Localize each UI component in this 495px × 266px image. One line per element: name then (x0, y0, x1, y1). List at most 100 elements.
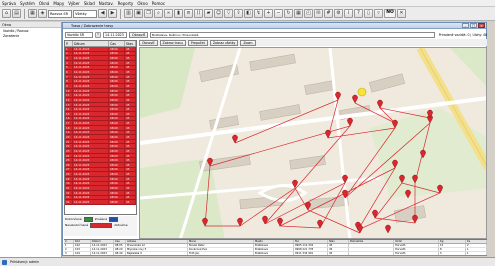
save-icon[interactable]: ▣ (134, 9, 143, 18)
minimize-icon[interactable]: – (462, 23, 469, 28)
order-list-cell: 14.11.2023 (73, 98, 109, 102)
order-list-cell: 14.11.2023 (73, 158, 109, 163)
filter-icon[interactable]: ▽ (224, 9, 233, 18)
zoom-in-icon[interactable]: + (264, 9, 273, 18)
list-icon[interactable]: ≡ (184, 9, 193, 18)
vehicle-select[interactable]: Vozidlo SR (65, 31, 93, 38)
order-list-cell: 08:00 (109, 121, 125, 125)
menu-item-okna[interactable]: Okná (39, 1, 49, 6)
truck-icon[interactable]: ▰ (204, 9, 213, 18)
help-icon[interactable]: ? (354, 9, 363, 18)
order-list-cell: 25 (65, 158, 73, 163)
grid-cell (349, 251, 394, 255)
copy-icon[interactable]: ❐ (144, 9, 153, 18)
export-icon[interactable]: ⇪ (234, 9, 243, 18)
calculator-icon[interactable]: # (324, 9, 333, 18)
window-controls: – □ ✕ (462, 23, 485, 28)
order-list-cell: 12 (65, 98, 73, 102)
exit-icon[interactable]: ✕ (397, 9, 406, 18)
link-icon[interactable]: ∞ (164, 9, 173, 18)
grid-column-header[interactable]: Stav (328, 240, 349, 243)
refresh-icon[interactable]: ↻ (284, 9, 293, 18)
refresh-button[interactable]: Obnoviť (129, 31, 148, 38)
info-icon[interactable]: i (344, 9, 353, 18)
grid-cell: 14.11.2023 (91, 247, 114, 251)
menu-item-nastav[interactable]: Nastav. (99, 1, 114, 6)
order-list-row[interactable]: 34 14.11.2023 08:00 45 (65, 200, 136, 205)
map-icon[interactable]: ◈ (38, 9, 47, 18)
grid-cell: 08:20 (114, 247, 126, 251)
column-header[interactable]: Čas (109, 41, 125, 46)
cart-icon[interactable]: ▿ (374, 9, 383, 18)
column-header[interactable]: Dátum (73, 41, 109, 46)
grid-column-header[interactable]: Mesto (254, 240, 294, 243)
lock-icon[interactable]: ▯ (364, 9, 373, 18)
grid-column-header[interactable]: Kód (74, 240, 91, 243)
column-header[interactable]: P. (65, 41, 73, 46)
grid-column-header[interactable]: Meno (188, 240, 254, 243)
orders-grid[interactable]: Č. Kód Dátum Čas Adresa Meno Mesto Tel. … (64, 239, 487, 255)
table-icon[interactable]: ▦ (28, 9, 37, 18)
order-list-cell: 45 (125, 74, 136, 79)
order-list-cell: 45 (125, 102, 136, 107)
show-route-button[interactable]: Zobraz trasu (159, 39, 186, 46)
grid-column-header[interactable]: Ks (466, 240, 487, 243)
route-icon[interactable]: ↯ (254, 9, 263, 18)
date-field[interactable]: 14.11.2023 (103, 31, 127, 38)
menu-item-sys[interactable]: Systém (20, 1, 35, 6)
menu-item-spr[interactable]: Správa (2, 1, 16, 6)
grid-row[interactable]: 3 104 14.11.2023 08:40 Bajkalská 9 Tóth Ján Br… (64, 251, 487, 255)
calendar-icon[interactable]: ▥ (124, 9, 133, 18)
map-canvas[interactable] (140, 48, 487, 239)
region-select[interactable]: Rozvoz SR (48, 9, 72, 18)
grid-column-header[interactable]: Poznámka (349, 240, 394, 243)
order-list-cell: 08:00 (109, 200, 125, 204)
grid-column-header[interactable]: Č. (64, 240, 74, 243)
filter-select[interactable]: Všetky (73, 9, 97, 18)
order-list-cell: 08:00 (109, 195, 125, 200)
map-refresh-button[interactable]: Obnoviť (139, 39, 158, 46)
no-button[interactable]: NO (384, 9, 396, 18)
grid-icon[interactable]: ▦ (294, 9, 303, 18)
home-icon[interactable]: ⌂ (2, 9, 11, 18)
column-header[interactable]: Stav (125, 41, 136, 46)
grid-column-header[interactable]: Tel. (294, 240, 328, 243)
close-icon[interactable]: ✕ (478, 23, 485, 28)
layers-icon[interactable]: ◧ (244, 9, 253, 18)
mail-icon[interactable]: ✉ (314, 9, 323, 18)
zoom-out-icon[interactable]: − (274, 9, 283, 18)
code-icon[interactable]: ⟨⟩ (194, 9, 203, 18)
forward-icon[interactable]: ▶ (108, 9, 117, 18)
menu-item-reporty[interactable]: Reporty (118, 1, 134, 6)
zoom-button[interactable]: Zoom (240, 39, 256, 46)
address-field[interactable]: Bratislava, Ružinov, Prievozská (149, 31, 435, 38)
menu-item-vyber[interactable]: Výber (68, 1, 80, 6)
grid-column-header[interactable]: Vodič (394, 240, 439, 243)
window-icon[interactable]: ◰ (304, 9, 313, 18)
grid-column-header[interactable]: Kg (439, 240, 466, 243)
order-list[interactable]: P. Dátum Čas Stav 1 14.11.2023 08:00 45 2 14.… (64, 40, 137, 215)
show-all-button[interactable]: Zobraz všetky (209, 39, 239, 46)
left-panel-item[interactable]: Zaradenie (0, 33, 61, 38)
menu-item-pomoc[interactable]: Pomoc (152, 1, 165, 6)
maximize-icon[interactable]: □ (470, 23, 477, 28)
grid-column-header[interactable]: Dátum (91, 240, 114, 243)
search-icon[interactable]: ⌕ (154, 9, 163, 18)
chevron-down-icon[interactable]: ▾ (95, 31, 101, 38)
settings-icon[interactable]: ⚙ (334, 9, 343, 18)
menu-item-sklad[interactable]: Sklad (84, 1, 95, 6)
user-icon[interactable]: ☺ (214, 9, 223, 18)
menu-bar: Správa Systém Okná Mapy Výber Sklad Nast… (0, 0, 495, 7)
order-list-cell: 45 (125, 186, 136, 190)
recalculate-button[interactable]: Prepočet (187, 39, 208, 46)
print-icon[interactable]: ▤ (12, 9, 21, 18)
grid-cell: Horváth (394, 247, 439, 251)
back-icon[interactable]: ◀ (98, 9, 107, 18)
chart-icon[interactable]: ▮ (174, 9, 183, 18)
menu-item-okno[interactable]: Okno (137, 1, 147, 6)
grid-column-header[interactable]: Čas (114, 240, 126, 243)
window-title-bar[interactable]: Trasa / Zobrazenie trasy – □ ✕ (63, 23, 486, 29)
grid-column-header[interactable]: Adresa (126, 240, 188, 243)
route-map[interactable] (139, 47, 487, 239)
menu-item-mapy[interactable]: Mapy (53, 1, 64, 6)
